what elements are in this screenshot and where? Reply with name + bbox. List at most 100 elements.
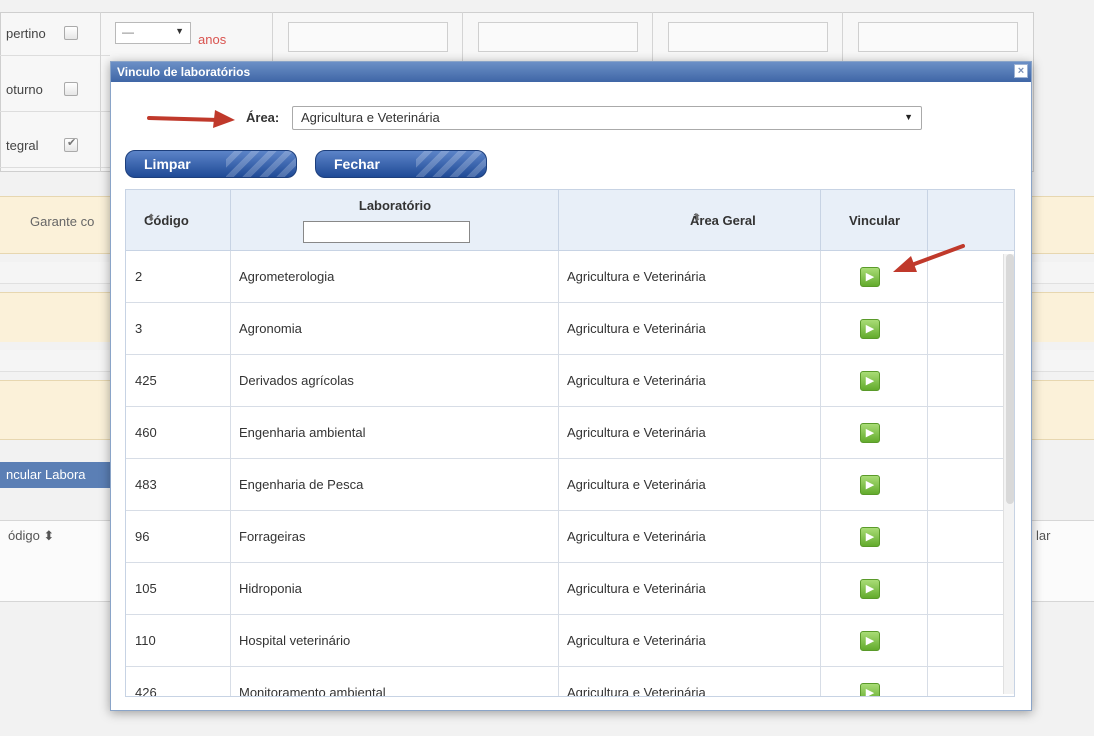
red-arrow-icon	[147, 110, 235, 128]
area-text: Agricultura e Veterinária	[567, 269, 706, 284]
codigo-text: 2	[135, 269, 143, 284]
cell-empty	[928, 563, 1014, 615]
column-header-laboratorio: Laboratório	[231, 190, 559, 251]
play-arrow-icon[interactable]: ▶	[860, 631, 880, 651]
shift-checkbox[interactable]	[64, 82, 78, 96]
play-arrow-icon[interactable]: ▶	[860, 319, 880, 339]
codigo-text: 96	[135, 529, 150, 544]
cell-vincular: ▶	[821, 511, 928, 563]
play-arrow-icon[interactable]: ▶	[860, 475, 880, 495]
laboratory-link-dialog: Vinculo de laboratórios × Área: Agricult…	[110, 61, 1032, 711]
shift-row-integral: tegral	[0, 124, 110, 168]
cell-codigo: 96	[126, 511, 231, 563]
cell-laboratorio: Hidroponia	[231, 563, 559, 615]
play-arrow-icon[interactable]: ▶	[860, 423, 880, 443]
table-row: 3 Agronomia Agricultura e Veterinária ▶	[126, 303, 1014, 355]
cell-vincular: ▶	[821, 615, 928, 667]
cell-laboratorio: Forrageiras	[231, 511, 559, 563]
cell-codigo: 483	[126, 459, 231, 511]
cell-codigo: 2	[126, 251, 231, 303]
play-arrow-icon[interactable]: ▶	[860, 579, 880, 599]
cell-area-geral: Agricultura e Veterinária	[559, 303, 821, 355]
table-row: 105 Hidroponia Agricultura e Veterinária ▶	[126, 563, 1014, 615]
column-header-area-geral[interactable]: Área Geral ⬍	[559, 190, 821, 251]
cell-codigo: 426	[126, 667, 231, 696]
column-header-codigo[interactable]: Código ⬍	[126, 190, 231, 251]
laboratorio-text: Derivados agrícolas	[239, 373, 354, 388]
laboratorio-text: Hidroponia	[239, 581, 302, 596]
laboratorio-text: Agronomia	[239, 321, 302, 336]
laboratory-table: Código ⬍ Laboratório Área Geral ⬍ Vincular…	[125, 189, 1015, 697]
cell-laboratorio: Derivados agrícolas	[231, 355, 559, 407]
laboratorio-text: Forrageiras	[239, 529, 306, 544]
background-input[interactable]	[668, 22, 828, 52]
codigo-text: 425	[135, 373, 157, 388]
cell-laboratorio: Engenharia ambiental	[231, 407, 559, 459]
table-row: 460 Engenharia ambiental Agricultura e Vet…	[126, 407, 1014, 459]
close-icon[interactable]: ×	[1014, 64, 1028, 78]
laboratorio-text: Hospital veterinário	[239, 633, 351, 648]
area-text: Agricultura e Veterinária	[567, 321, 706, 336]
codigo-text: 460	[135, 425, 157, 440]
cell-codigo: 425	[126, 355, 231, 407]
cell-laboratorio: Monitoramento ambiental	[231, 667, 559, 697]
cell-empty	[928, 615, 1014, 667]
cell-area-geral: Agricultura e Veterinária	[559, 407, 821, 459]
shift-row-vespertino: pertino	[0, 12, 110, 56]
play-arrow-icon[interactable]: ▶	[860, 527, 880, 547]
laboratorio-text: Engenharia de Pesca	[239, 477, 364, 492]
cell-empty	[928, 355, 1014, 407]
play-arrow-icon[interactable]: ▶	[860, 267, 880, 287]
area-filter-row: Área: Agricultura e Veterinária ▼	[111, 102, 1031, 132]
close-button[interactable]: Fechar	[315, 150, 487, 178]
laboratorio-text: Monitoramento ambiental	[239, 685, 386, 697]
shift-checkbox[interactable]	[64, 136, 78, 152]
cell-vincular: ▶	[821, 407, 928, 459]
area-text: Agricultura e Veterinária	[567, 529, 706, 544]
table-row: 96 Forrageiras Agricultura e Veterinária ▶	[126, 511, 1014, 563]
guarantee-text: Garante co	[30, 214, 95, 229]
codigo-text: 483	[135, 477, 157, 492]
background-codigo-header[interactable]: ódigo ⬍	[8, 528, 54, 544]
dialog-title-bar[interactable]: Vinculo de laboratórios ×	[111, 62, 1031, 82]
cell-area-geral: Agricultura e Veterinária	[559, 563, 821, 615]
shift-label: pertino	[6, 26, 46, 41]
area-select[interactable]: Agricultura e Veterinária ▼	[292, 106, 922, 130]
scrollbar-thumb[interactable]	[1006, 254, 1014, 504]
background-input[interactable]	[858, 22, 1018, 52]
clear-button[interactable]: Limpar	[125, 150, 297, 178]
area-text: Agricultura e Veterinária	[567, 633, 706, 648]
background-input[interactable]	[478, 22, 638, 52]
cell-laboratorio: Engenharia de Pesca	[231, 459, 559, 511]
years-label: anos	[198, 32, 227, 47]
cell-empty	[928, 511, 1014, 563]
area-text: Agricultura e Veterinária	[567, 685, 706, 697]
cell-area-geral: Agricultura e Veterinária	[559, 459, 821, 511]
cell-laboratorio: Agronomia	[231, 303, 559, 355]
area-text: Agricultura e Veterinária	[567, 425, 706, 440]
sort-icon: ⬍	[693, 213, 702, 224]
table-header: Código ⬍ Laboratório Área Geral ⬍ Vincular	[126, 190, 1014, 251]
dialog-title: Vinculo de laboratórios	[117, 65, 251, 79]
cell-vincular: ▶	[821, 459, 928, 511]
play-arrow-icon[interactable]: ▶	[860, 683, 880, 696]
cell-vincular: ▶	[821, 355, 928, 407]
shift-checkbox[interactable]	[64, 26, 78, 40]
column-header-label: Laboratório	[358, 198, 432, 213]
cell-vincular: ▶	[821, 563, 928, 615]
duration-select[interactable]: —	[115, 22, 191, 44]
codigo-text: 110	[135, 633, 156, 648]
cell-laboratorio: Agrometerologia	[231, 251, 559, 303]
cell-codigo: 460	[126, 407, 231, 459]
play-arrow-icon[interactable]: ▶	[860, 371, 880, 391]
shift-row-noturno: oturno	[0, 68, 110, 112]
background-input[interactable]	[288, 22, 448, 52]
table-scrollbar[interactable]	[1003, 254, 1014, 694]
area-select-value: Agricultura e Veterinária	[301, 110, 440, 125]
cell-codigo: 105	[126, 563, 231, 615]
laboratory-filter-input[interactable]	[303, 221, 470, 243]
vincular-laboratorio-button[interactable]: ncular Labora	[0, 462, 118, 488]
table-row: 426 Monitoramento ambiental Agricultura e …	[126, 667, 1014, 697]
area-label: Área:	[246, 110, 280, 125]
column-divider	[100, 12, 101, 172]
